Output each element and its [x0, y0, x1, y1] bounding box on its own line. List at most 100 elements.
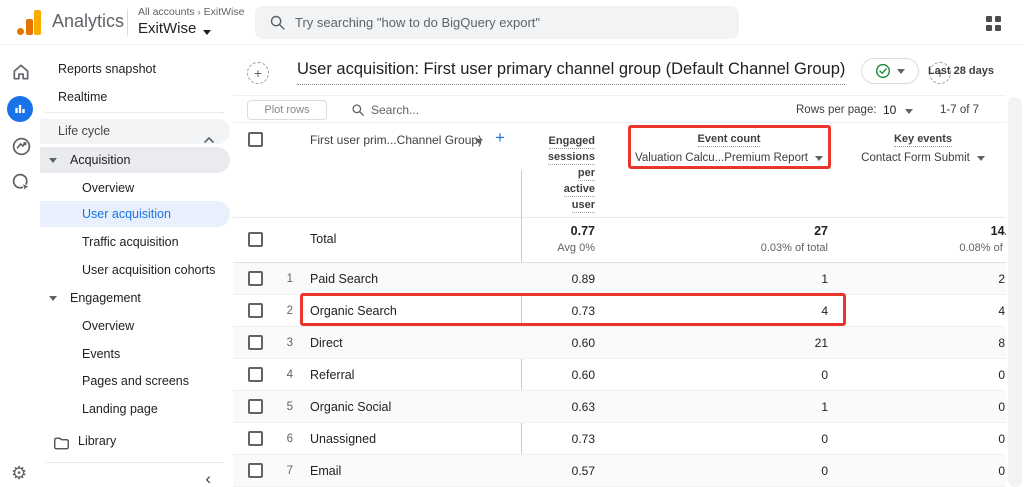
- nav-realtime[interactable]: Realtime: [40, 85, 230, 109]
- row-checkbox[interactable]: [248, 367, 263, 382]
- explore-icon[interactable]: [10, 172, 32, 194]
- header-line: user: [571, 199, 595, 213]
- report-main-area: + User acquisition: First user primary c…: [233, 45, 1006, 487]
- nav-events[interactable]: Events: [40, 342, 230, 366]
- total-key-events-value: 14.0: [990, 224, 1006, 238]
- table-row-paid-search[interactable]: 1 Paid Search 0.89 1 2.0: [233, 263, 1006, 295]
- nav-pages-and-screens[interactable]: Pages and screens: [40, 369, 230, 393]
- table-row-unassigned[interactable]: 6 Unassigned 0.73 0 0.0: [233, 423, 1006, 455]
- plot-rows-button[interactable]: Plot rows: [247, 100, 327, 120]
- table-row-email[interactable]: 7 Email 0.57 0 0.0: [233, 455, 1006, 487]
- apps-grid-icon[interactable]: [986, 16, 1001, 31]
- table-search-input[interactable]: [371, 96, 571, 123]
- event-count-column-header[interactable]: Event count Valuation Calcu...Premium Re…: [631, 133, 827, 164]
- channel-name: Organic Search: [310, 304, 397, 318]
- home-icon[interactable]: [10, 62, 32, 84]
- product-name: Analytics: [52, 11, 125, 31]
- key-events-column-header[interactable]: Key events Contact Form Submit: [828, 133, 1006, 164]
- group-label: Engagement: [70, 291, 141, 305]
- total-key-events-sub: 0.08% of to: [959, 242, 1006, 254]
- ga4-app-window: Analytics All accounts › ExitWise ExitWise: [0, 0, 1024, 487]
- events-value: 1: [821, 400, 828, 414]
- global-search-input[interactable]: [295, 6, 725, 39]
- date-range-selector[interactable]: Last 28 days: [928, 65, 994, 77]
- nav-engagement-overview[interactable]: Overview: [40, 314, 230, 338]
- analytics-logo-icon[interactable]: [16, 10, 44, 35]
- advertising-icon[interactable]: [10, 136, 32, 158]
- reports-icon-active[interactable]: [7, 96, 33, 122]
- channel-name: Direct: [310, 336, 343, 350]
- totals-checkbox[interactable]: [248, 232, 263, 247]
- account-selector[interactable]: ExitWise: [138, 20, 196, 37]
- key-events-value: 0.0: [998, 432, 1006, 446]
- key-events-value: 0.0: [998, 368, 1006, 382]
- grid-square: [995, 25, 1001, 31]
- select-all-checkbox[interactable]: [248, 132, 263, 147]
- rows-per-page-value[interactable]: 10: [883, 103, 896, 117]
- row-number: 6: [286, 433, 293, 445]
- global-search-bar[interactable]: [255, 6, 739, 39]
- channel-name: Email: [310, 464, 342, 478]
- row-number: 1: [286, 273, 293, 285]
- nav-user-acquisition-cohorts[interactable]: User acquisition cohorts: [40, 258, 230, 282]
- settings-gear-icon[interactable]: ⚙: [11, 463, 27, 483]
- nav-group-acquisition[interactable]: Acquisition: [40, 147, 230, 173]
- search-icon: [269, 14, 286, 36]
- report-title[interactable]: User acquisition: First user primary cha…: [297, 60, 846, 85]
- header-line: active: [563, 183, 595, 197]
- column-title: Event count: [697, 133, 761, 147]
- caret-down-icon: [49, 296, 57, 301]
- engaged-value: 0.89: [571, 272, 595, 286]
- nav-user-acquisition-selected[interactable]: User acquisition: [40, 201, 230, 227]
- engaged-value: 0.73: [571, 304, 595, 318]
- library-label: Library: [78, 434, 117, 448]
- add-comparison-button[interactable]: +: [247, 62, 269, 84]
- rows-per-page-caret-icon[interactable]: [905, 109, 913, 114]
- account-caret-down-icon[interactable]: [203, 30, 211, 35]
- breadcrumb-chevron-icon: ›: [197, 7, 201, 17]
- nav-landing-page[interactable]: Landing page: [40, 397, 230, 421]
- nav-group-engagement[interactable]: Engagement: [40, 286, 230, 310]
- caret-down-icon[interactable]: [815, 155, 823, 161]
- totals-row: Total 0.77 Avg 0% 27 0.03% of total 14.0…: [233, 218, 1006, 263]
- key-events-value: 4.0: [998, 304, 1006, 318]
- nav-section-life-cycle[interactable]: Life cycle: [40, 119, 230, 144]
- nav-traffic-acquisition[interactable]: Traffic acquisition: [40, 230, 230, 254]
- table-row-direct[interactable]: 3 Direct 0.60 21 8.0: [233, 327, 1006, 359]
- row-checkbox[interactable]: [248, 271, 263, 286]
- caret-down-icon[interactable]: [976, 155, 985, 161]
- grid-square: [995, 16, 1001, 22]
- row-checkbox[interactable]: [248, 463, 263, 478]
- row-checkbox[interactable]: [248, 431, 263, 446]
- key-events-value: 0.0: [998, 400, 1006, 414]
- row-checkbox[interactable]: [248, 303, 263, 318]
- breadcrumb-all-accounts: All accounts: [138, 6, 195, 18]
- data-quality-badge[interactable]: [861, 58, 919, 84]
- engaged-value: 0.57: [571, 464, 595, 478]
- breadcrumb: All accounts › ExitWise: [138, 6, 244, 18]
- nav-divider: [46, 112, 224, 113]
- check-circle-icon: [875, 63, 891, 79]
- nav-reports-snapshot[interactable]: Reports snapshot: [40, 57, 230, 81]
- engaged-value: 0.73: [571, 432, 595, 446]
- table-row-referral[interactable]: 4 Referral 0.60 0 0.0: [233, 359, 1006, 391]
- total-engaged-sub: Avg 0%: [557, 242, 595, 254]
- events-value: 0: [821, 464, 828, 478]
- top-bar: Analytics All accounts › ExitWise ExitWise: [0, 0, 1024, 45]
- collapse-drawer-icon[interactable]: ‹: [205, 469, 211, 487]
- nav-acquisition-overview[interactable]: Overview: [40, 176, 230, 200]
- row-checkbox[interactable]: [248, 335, 263, 350]
- caret-down-icon: [897, 68, 905, 74]
- group-label: Acquisition: [70, 153, 131, 167]
- vertical-scrollbar[interactable]: [1008, 97, 1022, 487]
- table-row-organic-search[interactable]: 2 Organic Search 0.73 4 4.0: [233, 295, 1006, 327]
- total-events-sub: 0.03% of total: [760, 242, 828, 254]
- table-header: First user prim...Channel Group) + Engag…: [233, 125, 1006, 218]
- events-value: 0: [821, 368, 828, 382]
- nav-divider: [46, 462, 224, 463]
- nav-library[interactable]: Library: [40, 428, 230, 454]
- table-row-organic-social[interactable]: 5 Organic Social 0.63 1 0.0: [233, 391, 1006, 423]
- engaged-sessions-column-header[interactable]: Engaged sessions per active user: [475, 133, 595, 213]
- dimension-column-header[interactable]: First user prim...Channel Group): [310, 133, 482, 147]
- row-checkbox[interactable]: [248, 399, 263, 414]
